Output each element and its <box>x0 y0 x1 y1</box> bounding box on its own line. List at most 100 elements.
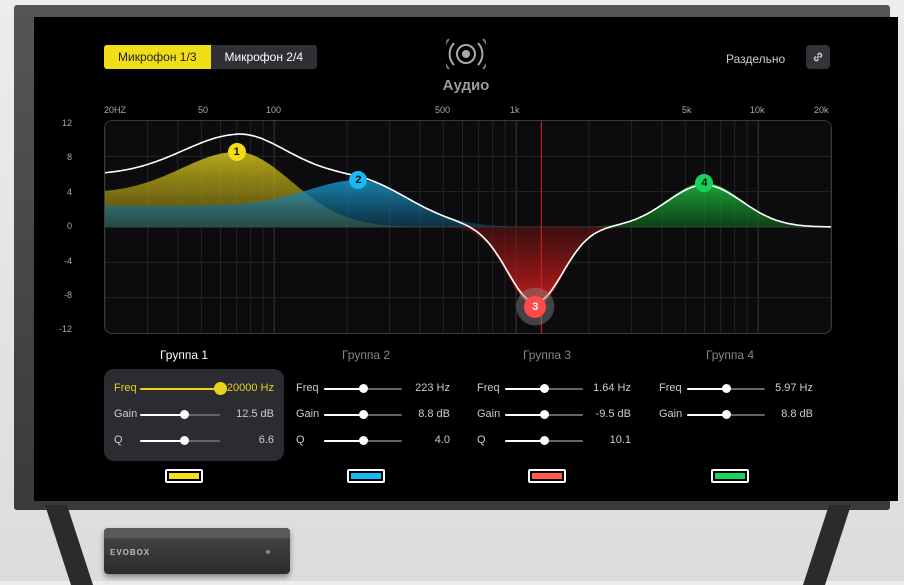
group-2-freq-row: Freq 223 Hz <box>296 381 450 397</box>
slider-knob[interactable] <box>179 436 189 445</box>
slider-knob[interactable] <box>358 436 368 445</box>
group-2-q-slider[interactable] <box>324 436 402 445</box>
slider-fill <box>140 414 184 416</box>
link-button[interactable] <box>806 45 830 69</box>
y-tick-label: 0 <box>66 221 72 231</box>
group-3-freq-label: Freq <box>477 382 500 394</box>
slider-knob[interactable] <box>721 410 731 419</box>
tv-frame: Микрофон 1/3 Микрофон 2/4 Аудио Раздельн… <box>14 5 898 510</box>
group-2-gain-row: Gain 8.8 dB <box>296 407 450 423</box>
tab-mic-2-4[interactable]: Микрофон 2/4 <box>210 45 317 69</box>
group-3-freq-row: Freq 1.64 Hz <box>477 381 631 397</box>
slider-knob[interactable] <box>179 410 189 419</box>
group-3-gain-value: -9.5 dB <box>595 408 631 420</box>
slider-fill <box>140 388 220 390</box>
y-tick-label: 8 <box>66 152 72 162</box>
group-1-freq-row: Freq 20000 Hz <box>114 381 274 397</box>
slider-fill <box>687 388 726 390</box>
band-3-handle[interactable]: 3 <box>524 295 547 318</box>
group-1-title[interactable]: Группа 1 <box>124 348 244 362</box>
group-3-q-label: Q <box>477 434 486 446</box>
separate-label: Раздельно <box>726 52 786 66</box>
tv-screen: Микрофон 1/3 Микрофон 2/4 Аудио Раздельн… <box>34 17 898 501</box>
x-tick-label: 100 <box>266 105 282 115</box>
group-4-freq-label: Freq <box>659 382 682 394</box>
y-tick-label: 12 <box>61 118 72 128</box>
group-1-q-value: 6.6 <box>258 434 274 446</box>
group-3-title[interactable]: Группа 3 <box>487 348 607 362</box>
group-1-gain-row: Gain 12.5 dB <box>114 407 274 423</box>
group-3-panel: Freq 1.64 Hz Gain -9.5 dB Q 10.1 <box>477 369 637 461</box>
group-2-q-row: Q 4.0 <box>296 433 450 449</box>
slider-knob[interactable] <box>721 384 731 393</box>
group-1-gain-slider[interactable] <box>140 410 220 419</box>
slider-fill <box>324 414 363 416</box>
tab-mic-1-3[interactable]: Микрофон 1/3 <box>104 45 211 69</box>
y-tick-label: 4 <box>66 187 72 197</box>
group-2-q-label: Q <box>296 434 305 446</box>
group-3-gain-label: Gain <box>477 408 501 420</box>
group-1-q-row: Q 6.6 <box>114 433 274 449</box>
set-top-box-logo: EVOBOX <box>110 548 151 557</box>
group-4-panel: Freq 5.97 Hz Gain 8.8 dB <box>659 369 819 461</box>
group-2-gain-label: Gain <box>296 408 320 420</box>
group-3-freq-slider[interactable] <box>505 384 583 393</box>
x-tick-label: 5k <box>682 105 692 115</box>
group-1-gain-value: 12.5 dB <box>236 408 274 420</box>
group-4-gain-label: Gain <box>659 408 683 420</box>
y-tick-label: -12 <box>58 324 72 334</box>
group-2-gain-value: 8.8 dB <box>418 408 450 420</box>
page-title: Аудио <box>442 77 490 94</box>
group-4-color-swatch[interactable] <box>711 469 749 483</box>
group-4-freq-row: Freq 5.97 Hz <box>659 381 813 397</box>
group-3-freq-value: 1.64 Hz <box>593 382 631 394</box>
slider-knob[interactable] <box>539 436 549 445</box>
band-3-area <box>105 227 831 307</box>
eq-curve-svg <box>105 121 831 333</box>
group-3-color-swatch[interactable] <box>528 469 566 483</box>
slider-fill <box>687 414 726 416</box>
group-2-color-swatch[interactable] <box>347 469 385 483</box>
slider-fill <box>324 440 363 442</box>
slider-fill <box>324 388 363 390</box>
slider-knob[interactable] <box>539 384 549 393</box>
group-2-gain-slider[interactable] <box>324 410 402 419</box>
group-4-gain-value: 8.8 dB <box>781 408 813 420</box>
group-1-freq-value: 20000 Hz <box>226 382 274 394</box>
group-4-freq-value: 5.97 Hz <box>775 382 813 394</box>
slider-knob[interactable] <box>358 410 368 419</box>
group-3-q-value: 10.1 <box>609 434 631 446</box>
x-tick-label: 1k <box>510 105 520 115</box>
group-3-q-slider[interactable] <box>505 436 583 445</box>
slider-fill <box>140 440 184 442</box>
eq-graph[interactable]: 1 2 3 4 <box>104 120 832 334</box>
group-4-title[interactable]: Группа 4 <box>670 348 790 362</box>
band-1-handle[interactable]: 1 <box>227 142 246 161</box>
x-tick-label: 50 <box>198 105 209 115</box>
group-3-gain-row: Gain -9.5 dB <box>477 407 631 423</box>
group-2-freq-slider[interactable] <box>324 384 402 393</box>
group-3-gain-slider[interactable] <box>505 410 583 419</box>
speaker-icon <box>442 37 490 76</box>
group-2-freq-value: 223 Hz <box>415 382 450 394</box>
group-2-title[interactable]: Группа 2 <box>306 348 426 362</box>
slider-knob[interactable] <box>539 410 549 419</box>
slider-fill <box>505 440 544 442</box>
group-4-gain-row: Gain 8.8 dB <box>659 407 813 423</box>
x-tick-label: 20HZ <box>104 105 127 115</box>
group-4-freq-slider[interactable] <box>687 384 765 393</box>
group-1-freq-slider[interactable] <box>140 382 227 395</box>
status-led <box>266 550 270 554</box>
y-tick-label: -4 <box>63 256 72 266</box>
set-top-box: EVOBOX <box>104 528 290 574</box>
group-4-gain-slider[interactable] <box>687 410 765 419</box>
slider-fill <box>505 388 544 390</box>
link-icon <box>813 52 823 62</box>
x-tick-label: 500 <box>435 105 451 115</box>
slider-knob[interactable] <box>358 384 368 393</box>
mic-tabs: Микрофон 1/3 Микрофон 2/4 <box>104 45 317 69</box>
group-3-q-row: Q 10.1 <box>477 433 631 449</box>
group-2-q-value: 4.0 <box>434 434 450 446</box>
group-1-color-swatch[interactable] <box>165 469 203 483</box>
group-1-q-slider[interactable] <box>140 436 220 445</box>
